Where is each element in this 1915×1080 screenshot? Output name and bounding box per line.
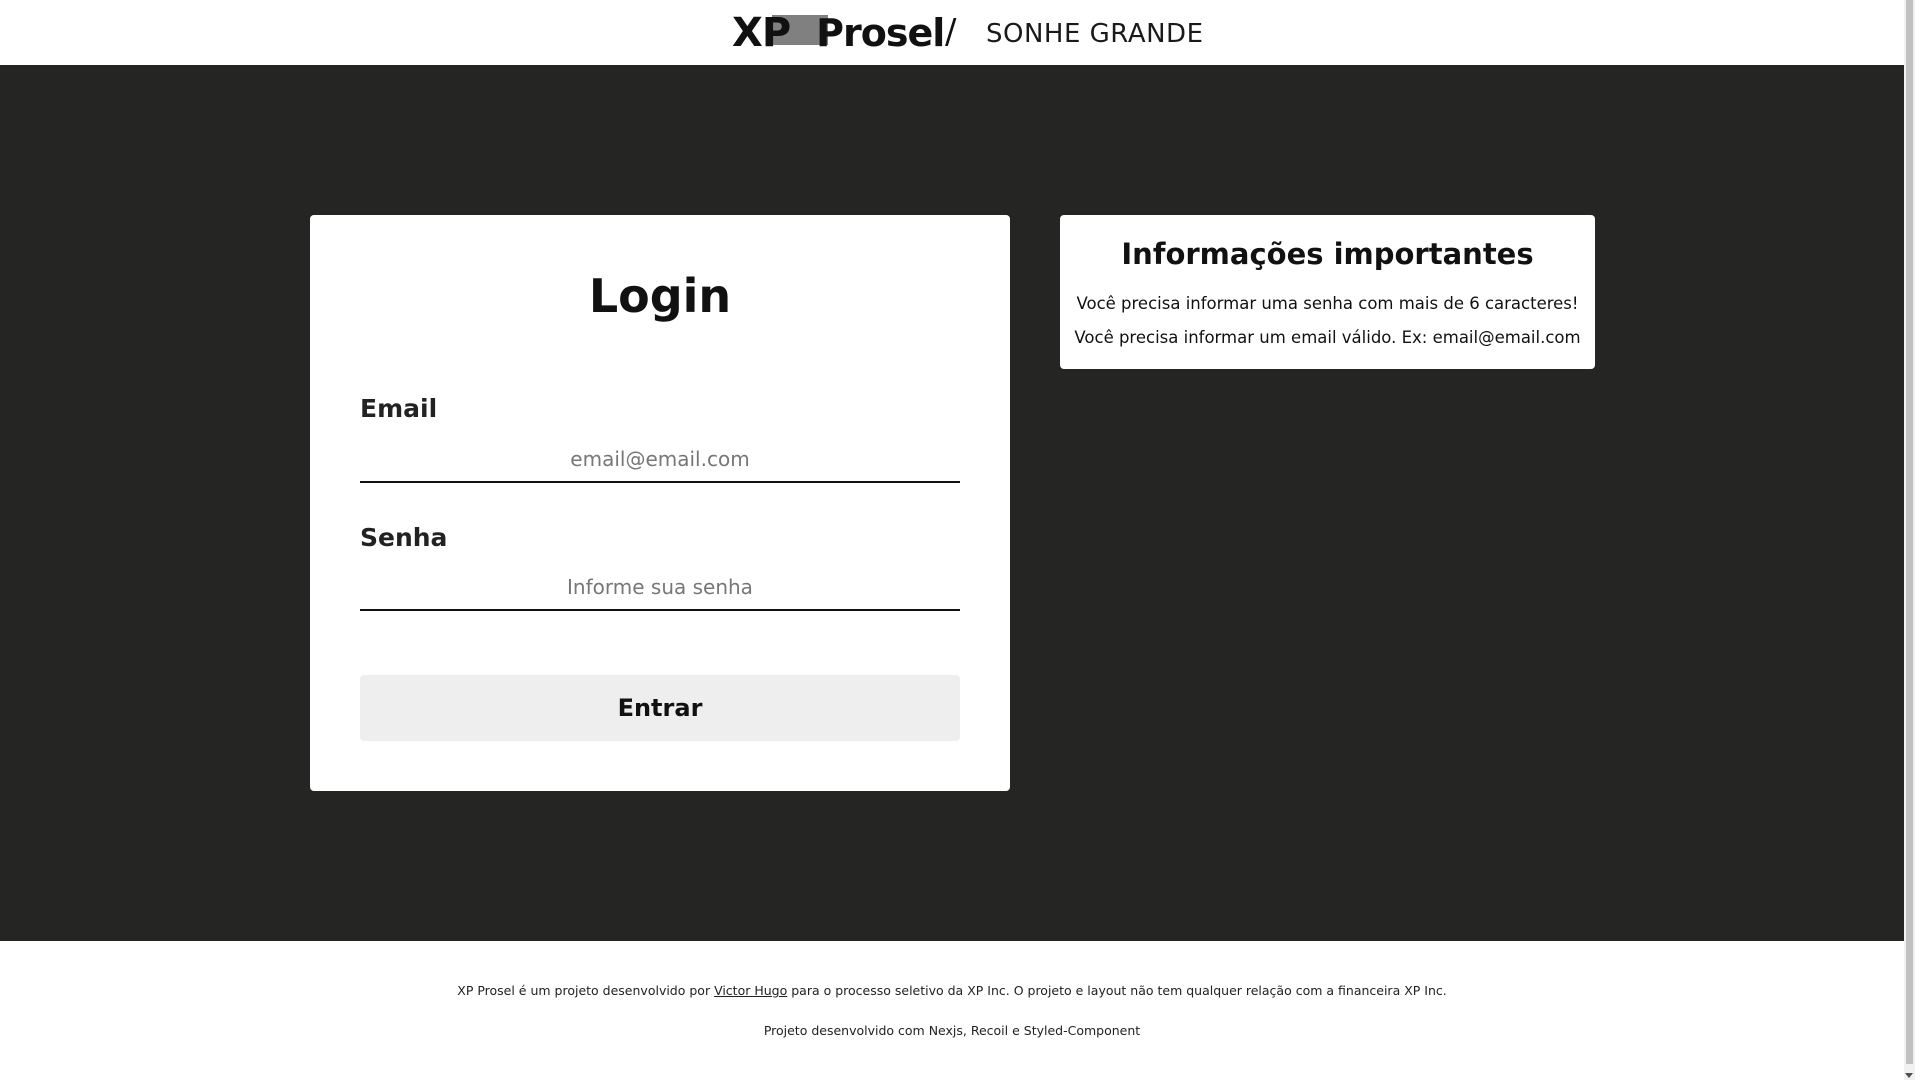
login-card: Login Email Senha Entrar bbox=[310, 215, 1010, 791]
info-password-rule: Você precisa informar uma senha com mais… bbox=[1076, 294, 1579, 313]
footer-tech-stack: Projeto desenvolvido com Nexjs, Recoil e… bbox=[763, 1023, 1141, 1038]
password-input[interactable] bbox=[360, 565, 960, 611]
content-area: XP Prosel / SONHE GRANDE Login Email Sen… bbox=[0, 0, 1904, 1080]
chevron-down-icon[interactable] bbox=[1905, 1073, 1913, 1078]
logo-xp-text: XP bbox=[732, 10, 791, 56]
info-email-rule: Você precisa informar um email válido. E… bbox=[1074, 328, 1581, 347]
vertical-scrollbar[interactable] bbox=[1904, 0, 1915, 1080]
scrollbar-thumb[interactable] bbox=[1906, 0, 1913, 1064]
header-divider: / bbox=[945, 12, 957, 52]
email-input[interactable] bbox=[360, 437, 960, 483]
header-tagline: SONHE GRANDE bbox=[986, 19, 1204, 49]
login-button[interactable]: Entrar bbox=[360, 675, 960, 741]
logo[interactable]: XP Prosel bbox=[732, 10, 945, 56]
footer-credits-after: para o processo seletivo da XP Inc. O pr… bbox=[787, 983, 1447, 998]
senha-label: Senha bbox=[360, 523, 448, 552]
page: XP Prosel / SONHE GRANDE Login Email Sen… bbox=[0, 0, 1915, 1080]
info-card: Informações importantes Você precisa inf… bbox=[1060, 215, 1595, 369]
main-section: Login Email Senha Entrar Informações imp… bbox=[0, 65, 1904, 941]
footer-credits: XP Prosel é um projeto desenvolvido por … bbox=[0, 983, 1904, 998]
info-title: Informações importantes bbox=[1121, 237, 1534, 271]
site-footer: XP Prosel é um projeto desenvolvido por … bbox=[0, 941, 1904, 1080]
site-header: XP Prosel / SONHE GRANDE bbox=[0, 0, 1904, 65]
author-link[interactable]: Victor Hugo bbox=[714, 983, 787, 998]
login-title: Login bbox=[588, 269, 732, 323]
email-label: Email bbox=[360, 394, 438, 423]
footer-credits-before: XP Prosel é um projeto desenvolvido por bbox=[457, 983, 715, 998]
logo-prosel-text: Prosel bbox=[816, 11, 945, 55]
